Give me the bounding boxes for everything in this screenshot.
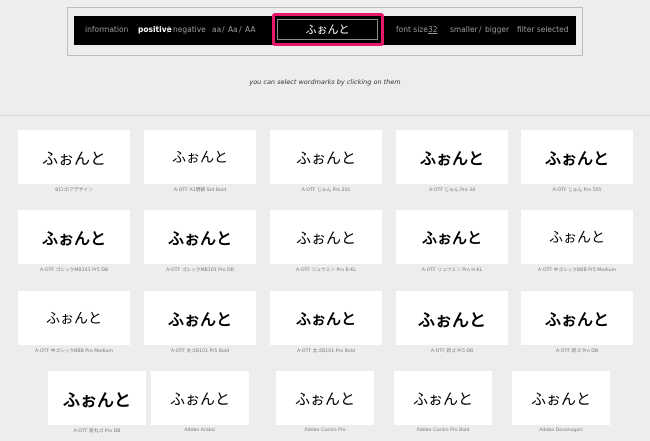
wordmark-card[interactable]: ふぉんと — [18, 291, 130, 345]
font-name-caption: A-OTF 太ゴB101 Pr5 Bold — [170, 349, 230, 354]
wordmark-sample: ふぉんと — [41, 229, 106, 248]
slash-separator: / — [239, 25, 242, 34]
wordmark-card[interactable]: ふぉんと — [144, 210, 256, 264]
font-name-caption: Adobe Devanagari — [539, 428, 583, 433]
wordmark-card[interactable]: ふぉんと — [18, 210, 130, 264]
slash-separator: / — [479, 25, 482, 34]
case-title-option[interactable]: Aa — [228, 25, 238, 34]
wordmark-sample: ふぉんと — [419, 149, 484, 168]
font-name-caption: A-OTF A1明朝 Std Bold — [173, 188, 227, 193]
wordmark-sample: ふぉんと — [295, 148, 356, 167]
wordmark-card[interactable]: ふぉんと — [270, 291, 382, 345]
font-name-caption: Bロゴ/アデザイン — [55, 188, 93, 193]
wordmark-card[interactable]: ふぉんと — [144, 130, 256, 184]
font-name-caption: A-OTF 太ゴB101 Pro Bold — [297, 349, 355, 354]
font-name-caption: A-OTF じゅん Pro 501 — [552, 188, 602, 193]
wordmark-card[interactable]: ふぉんと — [394, 371, 492, 425]
wordmark-sample: ふぉんと — [295, 228, 356, 247]
wordmark-sample: ふぉんと — [418, 310, 486, 331]
font-name-caption: A-OTF リュウミン Pro B-KL — [295, 268, 357, 273]
font-name-caption: A-OTF じゅん Pro 201 — [301, 188, 351, 193]
wordmark-sample: ふぉんと — [167, 229, 232, 248]
smaller-link[interactable]: smaller — [450, 25, 478, 34]
wordmark-sample: ふぉんと — [63, 390, 131, 411]
wordmark-sample: ふぉんと — [167, 310, 232, 329]
font-name-caption: A-OTF 中ゴシックBBB Pr5 Medium — [537, 268, 617, 273]
case-upper-option[interactable]: AA — [245, 25, 255, 34]
wordmark-card[interactable]: ふぉんと — [521, 291, 633, 345]
wordmark-sample: ふぉんと — [46, 311, 102, 327]
wordmark-sample: ふぉんと — [41, 149, 106, 168]
font-name-caption: A-OTF じゅん Pro 34 — [428, 188, 476, 193]
font-name-caption: A-OTF ゴシックMB101 Pr5 DB — [39, 268, 109, 273]
wordmark-sample: ふぉんと — [549, 230, 605, 246]
case-lower-option[interactable]: aa — [212, 25, 221, 34]
font-name-caption: Adobe Caslon Pro Bold — [416, 428, 470, 433]
wordmark-card[interactable]: ふぉんと — [18, 130, 130, 184]
wordmark-sample: ふぉんと — [530, 389, 591, 408]
wordmark-sample: ふぉんと — [295, 309, 356, 328]
negative-toggle[interactable]: negative — [173, 25, 206, 34]
wordmark-card[interactable]: ふぉんと — [396, 210, 508, 264]
wordmark-card[interactable]: ふぉんと — [396, 130, 508, 184]
wordmark-card[interactable]: ふぉんと — [151, 371, 249, 425]
font-name-caption: A-OTF ゴシックMB101 Pro DB — [166, 268, 234, 273]
bigger-link[interactable]: bigger — [485, 25, 509, 34]
wordmark-sample: ふぉんと — [412, 389, 473, 408]
font-name-caption: Adobe Arabic — [184, 428, 216, 433]
wordmark-card[interactable]: ふぉんと — [48, 371, 146, 425]
wordmark-sample: ふぉんと — [169, 389, 230, 408]
wordmark-card[interactable]: ふぉんと — [396, 291, 508, 345]
slash-separator: / — [222, 25, 225, 34]
font-name-caption: Adobe Caslon Pro — [304, 428, 346, 433]
wordmark-card[interactable]: ふぉんと — [144, 291, 256, 345]
font-name-caption: A-OTF 新ゴ Pr5 DB — [430, 349, 474, 354]
selection-hint: you can select wordmarks by clicking on … — [249, 78, 401, 86]
wordmark-sample: ふぉんと — [172, 150, 228, 166]
wordmark-card[interactable]: ふぉんと — [270, 130, 382, 184]
wordmark-card[interactable]: ふぉんと — [521, 130, 633, 184]
font-name-caption: A-OTF リュウミン Pro H-KL — [421, 268, 483, 273]
information-link[interactable]: information — [85, 25, 128, 34]
font-size-value[interactable]: 32 — [428, 25, 438, 34]
filter-selected-link[interactable]: filter selected — [517, 25, 569, 34]
wordmark-card[interactable]: ふぉんと — [270, 210, 382, 264]
wordmark-sample: ふぉんと — [421, 228, 482, 247]
font-name-caption: A-OTF 中ゴシックBBB Pro Medium — [35, 349, 113, 354]
wordmark-sample: ふぉんと — [544, 149, 609, 168]
slash-separator: / — [167, 25, 170, 34]
divider — [0, 115, 650, 116]
wordmark-card[interactable]: ふぉんと — [521, 210, 633, 264]
wordmark-card[interactable]: ふぉんと — [512, 371, 610, 425]
font-name-caption: A-OTF 新ゴ Pro DB — [555, 349, 599, 354]
wordmark-sample: ふぉんと — [294, 389, 355, 408]
font-size-label: font size — [396, 25, 428, 34]
wordmark-sample: ふぉんと — [544, 310, 609, 329]
wordmark-card[interactable]: ふぉんと — [276, 371, 374, 425]
preview-text-input[interactable]: ふぉんと — [277, 19, 378, 40]
